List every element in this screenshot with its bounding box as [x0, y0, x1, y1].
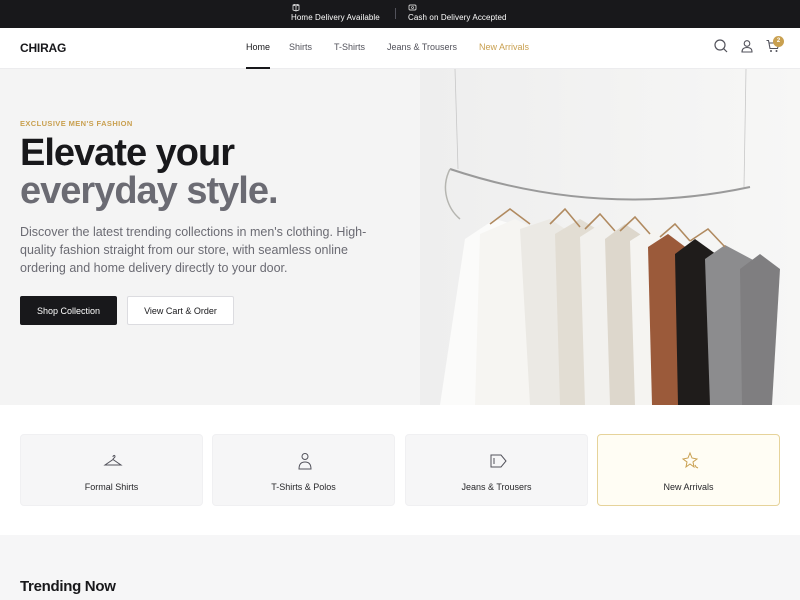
category-label: New Arrivals: [663, 482, 714, 492]
category-label: Formal Shirts: [84, 482, 139, 492]
view-cart-order-button[interactable]: View Cart & Order: [127, 296, 234, 325]
sparkle-icon: [681, 451, 699, 469]
hero-section: EXCLUSIVE MEN'S FASHION Elevate your eve…: [0, 69, 800, 405]
category-label: T-Shirts & Polos: [271, 482, 336, 492]
nav-shirts[interactable]: Shirts: [289, 42, 312, 52]
hanger-icon: [103, 454, 123, 466]
delivery-notice: Home Delivery Available: [291, 4, 380, 22]
nav-home[interactable]: Home: [246, 42, 271, 69]
site-header: CHIRAG Home Shirts T-Shirts Jeans & Trou…: [0, 28, 800, 69]
category-card-formal-shirts[interactable]: Formal Shirts: [20, 434, 203, 506]
cod-notice: Cash on Delivery Accepted: [408, 4, 507, 22]
brand-logo[interactable]: CHIRAG: [20, 41, 66, 55]
delivery-notice-label: Home Delivery Available: [291, 13, 380, 22]
trending-section: Trending Now: [0, 535, 800, 600]
hero-eyebrow: EXCLUSIVE MEN'S FASHION: [20, 119, 133, 128]
hero-title-line1: Elevate your: [20, 132, 235, 174]
nav-jeans-trousers[interactable]: Jeans & Trousers: [387, 42, 457, 52]
nav-tshirts[interactable]: T-Shirts: [334, 42, 365, 52]
hero-title-line2: everyday style.: [20, 170, 279, 212]
announcement-bar: Home Delivery Available Cash on Delivery…: [0, 0, 800, 28]
category-card-tshirts-polos[interactable]: T-Shirts & Polos: [212, 434, 395, 506]
user-icon[interactable]: [739, 38, 755, 54]
category-label: Jeans & Trousers: [461, 482, 532, 492]
cash-icon: [408, 4, 417, 11]
trending-title: Trending Now: [20, 578, 116, 595]
search-icon[interactable]: [713, 38, 729, 54]
category-card-new-arrivals[interactable]: New Arrivals: [597, 434, 780, 506]
cart-count-badge: 2: [773, 36, 784, 47]
shop-collection-button[interactable]: Shop Collection: [20, 296, 117, 325]
category-card-jeans-trousers[interactable]: Jeans & Trousers: [405, 434, 588, 506]
box-icon: [292, 4, 300, 12]
clothing-rack-image: [420, 69, 800, 405]
nav-new-arrivals[interactable]: New Arrivals: [479, 42, 529, 52]
category-section: Formal Shirts T-Shirts & Polos Jeans & T…: [0, 405, 800, 535]
hero-description: Discover the latest trending collections…: [20, 225, 367, 275]
cod-notice-label: Cash on Delivery Accepted: [408, 13, 507, 22]
tag-icon: [490, 454, 507, 468]
topbar-divider: [395, 8, 396, 19]
person-icon: [298, 453, 312, 470]
